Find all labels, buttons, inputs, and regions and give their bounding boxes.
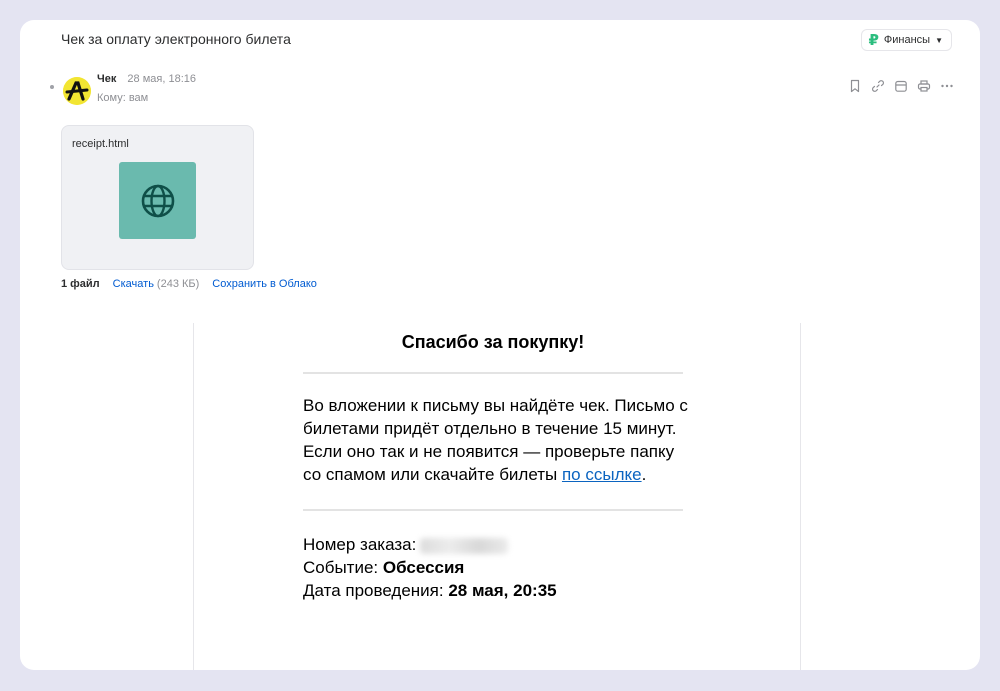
divider — [303, 372, 683, 374]
attachment-thumbnail — [119, 162, 196, 239]
paragraph-end: . — [641, 465, 647, 484]
event-date-value: 28 мая, 20:35 — [448, 581, 557, 600]
more-icon[interactable] — [940, 79, 954, 93]
sender-logo-icon — [63, 77, 91, 105]
folder-button[interactable]: ₽ Финансы ▼ — [861, 29, 952, 51]
chevron-down-icon: ▼ — [935, 35, 943, 45]
email-content: Спасибо за покупку! Во вложении к письму… — [303, 323, 688, 602]
sender-line: Чек 28 мая, 18:16 — [97, 73, 196, 85]
order-number-redacted — [420, 537, 509, 554]
attachment-card[interactable]: receipt.html — [61, 125, 254, 270]
message-toolbar — [848, 79, 954, 93]
order-number-label: Номер заказа: — [303, 535, 417, 554]
attachment-footer: 1 файл Скачать (243 КБ) Сохранить в Обла… — [61, 278, 317, 290]
thanks-heading: Спасибо за покупку! — [401, 332, 585, 352]
mail-window: Чек за оплату электронного билета ₽ Фина… — [20, 20, 980, 670]
event-row: Событие: Обсессия — [303, 556, 683, 579]
order-details: Номер заказа: Событие: Обсессия Дата про… — [303, 533, 683, 602]
print-icon[interactable] — [917, 79, 931, 93]
event-value: Обсессия — [382, 558, 465, 577]
event-date-row: Дата проведения: 28 мая, 20:35 — [303, 579, 683, 602]
info-paragraph: Во вложении к письму вы найдёте чек. Пис… — [303, 394, 693, 486]
globe-icon — [141, 184, 174, 217]
link-icon[interactable] — [871, 79, 885, 93]
tickets-link[interactable]: по ссылке — [562, 465, 642, 484]
unread-indicator[interactable] — [50, 85, 54, 89]
recipient-line: Кому: вам — [97, 92, 149, 104]
bookmark-icon[interactable] — [848, 79, 862, 93]
divider — [303, 509, 683, 511]
ruble-icon: ₽ — [868, 31, 879, 49]
files-count: 1 файл — [61, 278, 100, 290]
event-date-label: Дата проведения: — [303, 581, 444, 600]
avatar[interactable] — [63, 77, 91, 105]
sender-name[interactable]: Чек — [97, 73, 116, 85]
calendar-icon[interactable] — [894, 79, 908, 93]
folder-label: Финансы — [883, 34, 931, 46]
attachment-filename: receipt.html — [72, 138, 129, 150]
attachment-size: (243 КБ) — [156, 278, 200, 290]
order-number-row: Номер заказа: — [303, 533, 683, 556]
event-label: Событие: — [303, 558, 379, 577]
message-subject: Чек за оплату электронного билета — [61, 31, 291, 47]
save-to-cloud-link[interactable]: Сохранить в Облако — [212, 278, 317, 290]
email-body: Спасибо за покупку! Во вложении к письму… — [193, 323, 801, 670]
message-date: 28 мая, 18:16 — [127, 73, 196, 85]
download-link[interactable]: Скачать — [113, 278, 154, 290]
